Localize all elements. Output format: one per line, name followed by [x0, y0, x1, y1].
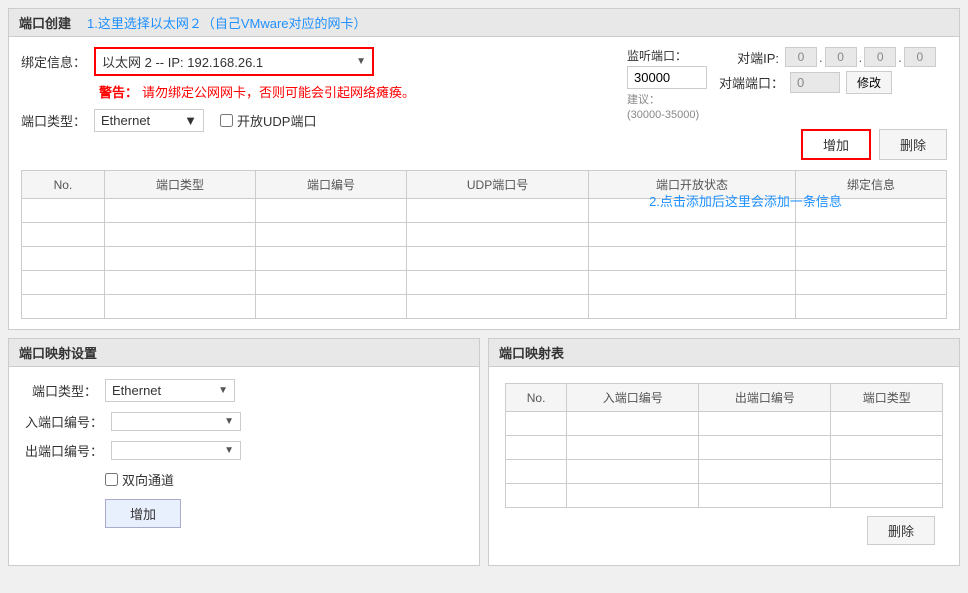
- peer-box: 对端IP: . . .: [719, 47, 936, 121]
- mapping-type-row: 端口类型： Ethernet ▼: [25, 379, 463, 402]
- out-port-label: 出端口编号：: [25, 441, 111, 460]
- map-table-head: No. 入端口编号 出端口编号 端口类型: [506, 384, 943, 412]
- map-col-type: 端口类型: [831, 384, 943, 412]
- mapping-delete-button[interactable]: 删除: [867, 516, 935, 545]
- peer-port-input[interactable]: [790, 72, 840, 93]
- map-table: No. 入端口编号 出端口编号 端口类型: [505, 383, 943, 508]
- table-row: [22, 295, 947, 319]
- bind-dropdown[interactable]: 以太网 2 -- IP: 192.168.26.1 ▼: [94, 47, 374, 76]
- ip-dot-1: .: [819, 50, 823, 65]
- map-col-no: No.: [506, 384, 567, 412]
- udp-checkbox-row: 开放UDP端口: [220, 111, 316, 130]
- add-delete-row: 增加 删除: [627, 129, 947, 160]
- bind-row: 绑定信息： 以太网 2 -- IP: 192.168.26.1 ▼: [21, 47, 607, 76]
- peer-ip-3[interactable]: [864, 47, 896, 67]
- type-label: 端口类型：: [21, 111, 94, 130]
- mapping-table-title: 端口映射表: [489, 339, 959, 367]
- udp-checkbox[interactable]: [220, 114, 233, 127]
- peer-ip-label: 对端IP:: [719, 48, 779, 67]
- right-panel: 监听端口： 建议： (30000-35000) 对端IP: .: [627, 47, 947, 160]
- out-port-arrow: ▼: [224, 445, 234, 456]
- col-no: No.: [22, 171, 105, 199]
- port-table: No. 端口类型 端口编号 UDP端口号 端口开放状态 绑定信息 2.点击添加后…: [21, 170, 947, 319]
- port-create-section: 端口创建 1.这里选择以太网２（自己VMware对应的网卡） 绑定信息： 以太网…: [8, 8, 960, 330]
- warn-text: 请勿绑定公网网卡，否则可能会引起网络瘫痪。: [142, 82, 415, 101]
- mapping-type-dropdown[interactable]: Ethernet ▼: [105, 379, 235, 402]
- port-mapping-table: 端口映射表 No. 入端口编号 出端口编号 端口类型: [488, 338, 960, 566]
- delete-button[interactable]: 删除: [879, 129, 947, 160]
- warn-label: 警告：: [99, 82, 138, 101]
- port-table-body: 2.点击添加后这里会添加一条信息: [22, 199, 947, 319]
- mapping-add-button[interactable]: 增加: [105, 499, 181, 528]
- table-row: 2.点击添加后这里会添加一条信息: [22, 199, 947, 223]
- in-port-dropdown[interactable]: ▼: [111, 412, 241, 431]
- in-port-label: 入端口编号：: [25, 412, 111, 431]
- table-row: [506, 460, 943, 484]
- mapping-type-arrow: ▼: [218, 385, 228, 396]
- monitor-label: 监听端口：: [627, 47, 707, 64]
- table-row: [22, 271, 947, 295]
- map-header-row: No. 入端口编号 出端口编号 端口类型: [506, 384, 943, 412]
- suggest-range: (30000-35000): [627, 109, 707, 121]
- port-type-arrow: ▼: [184, 113, 197, 128]
- port-type-value: Ethernet: [101, 113, 150, 128]
- peer-ip-2[interactable]: [825, 47, 857, 67]
- type-row: 端口类型： Ethernet ▼ 开放UDP端口: [21, 109, 607, 132]
- table-row: [506, 484, 943, 508]
- udp-label: 开放UDP端口: [237, 111, 316, 130]
- port-mapping-settings: 端口映射设置 端口类型： Ethernet ▼ 入端口编号： ▼: [8, 338, 480, 566]
- section-title: 端口创建: [19, 13, 71, 32]
- bidirectional-row: 双向通道: [105, 470, 463, 489]
- table-row: [506, 436, 943, 460]
- peer-ip-row: 对端IP: . . .: [719, 47, 936, 67]
- col-number: 端口编号: [255, 171, 406, 199]
- mapping-settings-title: 端口映射设置: [9, 339, 479, 367]
- out-port-dropdown[interactable]: ▼: [111, 441, 241, 460]
- table-container: No. 端口类型 端口编号 UDP端口号 端口开放状态 绑定信息 2.点击添加后…: [21, 170, 947, 319]
- annotation2: 2.点击添加后这里会添加一条信息: [649, 191, 842, 210]
- left-panel: 绑定信息： 以太网 2 -- IP: 192.168.26.1 ▼ 警告： 请勿…: [21, 47, 607, 132]
- map-col-out: 出端口编号: [699, 384, 831, 412]
- suggest-label: 建议：: [627, 91, 707, 107]
- in-port-arrow: ▼: [224, 416, 234, 427]
- monitor-box: 监听端口： 建议： (30000-35000): [627, 47, 707, 121]
- in-port-row: 入端口编号： ▼: [25, 412, 463, 431]
- bind-value: 以太网 2 -- IP: 192.168.26.1: [102, 52, 263, 71]
- ip-dot-2: .: [859, 50, 863, 65]
- annotation1: 1.这里选择以太网２（自己VMware对应的网卡）: [87, 13, 367, 32]
- map-table-body: [506, 412, 943, 508]
- mapping-type-value: Ethernet: [112, 383, 161, 398]
- add-button[interactable]: 增加: [801, 129, 871, 160]
- peer-ip-fields: . . .: [785, 47, 936, 67]
- peer-port-label: 对端端口：: [719, 73, 784, 92]
- table-row: [22, 247, 947, 271]
- peer-ip-1[interactable]: [785, 47, 817, 67]
- out-port-row: 出端口编号： ▼: [25, 441, 463, 460]
- mapping-add-row: 增加: [25, 499, 463, 528]
- modify-button[interactable]: 修改: [846, 71, 892, 94]
- table-row: [506, 412, 943, 436]
- port-type-dropdown[interactable]: Ethernet ▼: [94, 109, 204, 132]
- bind-label: 绑定信息：: [21, 52, 94, 71]
- col-udp: UDP端口号: [407, 171, 589, 199]
- bottom-row: 端口映射设置 端口类型： Ethernet ▼ 入端口编号： ▼: [8, 338, 960, 566]
- col-type: 端口类型: [104, 171, 255, 199]
- monitor-input[interactable]: [627, 66, 707, 89]
- mapping-type-label: 端口类型：: [25, 381, 105, 400]
- ip-dot-3: .: [898, 50, 902, 65]
- map-col-in: 入端口编号: [567, 384, 699, 412]
- warning-row: 警告： 请勿绑定公网网卡，否则可能会引起网络瘫痪。: [21, 82, 607, 101]
- table-row: [22, 223, 947, 247]
- bidirectional-checkbox[interactable]: [105, 473, 118, 486]
- bind-dropdown-arrow: ▼: [356, 56, 366, 67]
- peer-port-row: 对端端口： 修改: [719, 71, 936, 94]
- bidirectional-label: 双向通道: [122, 470, 174, 489]
- peer-ip-4[interactable]: [904, 47, 936, 67]
